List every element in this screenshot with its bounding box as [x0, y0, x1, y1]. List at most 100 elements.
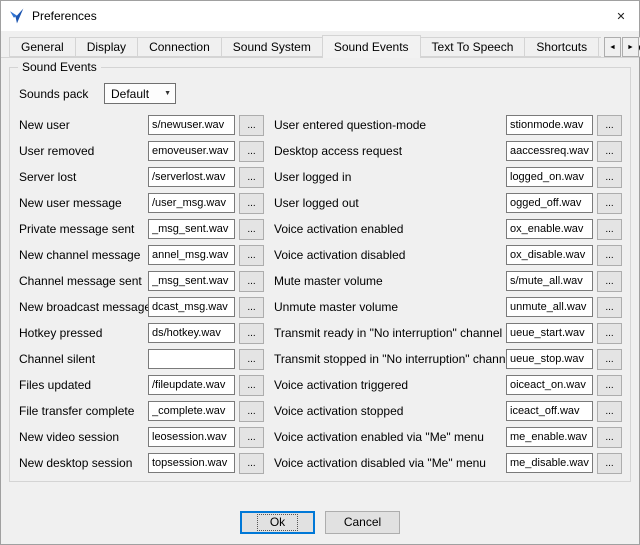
- close-icon[interactable]: ✕: [603, 1, 639, 31]
- browse-button[interactable]: ...: [597, 323, 622, 344]
- sound-event-file-input[interactable]: [506, 141, 593, 161]
- sound-event-label: Transmit ready in "No interruption" chan…: [274, 326, 506, 340]
- tab-scroll-buttons: ◄ ►: [601, 36, 639, 57]
- browse-button[interactable]: ...: [239, 401, 264, 422]
- browse-button[interactable]: ...: [597, 115, 622, 136]
- sound-event-label: Transmit stopped in "No interruption" ch…: [274, 352, 506, 366]
- sound-event-file-input[interactable]: [148, 427, 235, 447]
- chevron-down-icon: ▼: [164, 90, 171, 97]
- browse-button[interactable]: ...: [239, 167, 264, 188]
- browse-button[interactable]: ...: [239, 245, 264, 266]
- sound-event-file-input[interactable]: [148, 167, 235, 187]
- sound-event-row: User logged out...: [274, 190, 622, 216]
- browse-button[interactable]: ...: [597, 297, 622, 318]
- browse-button[interactable]: ...: [239, 297, 264, 318]
- sound-event-file-input[interactable]: [506, 297, 593, 317]
- browse-button[interactable]: ...: [239, 375, 264, 396]
- sound-event-label: Unmute master volume: [274, 300, 506, 314]
- sound-event-file-input[interactable]: [506, 375, 593, 395]
- tab-connection[interactable]: Connection: [137, 37, 222, 57]
- sound-event-file-input[interactable]: [506, 271, 593, 291]
- browse-button[interactable]: ...: [597, 219, 622, 240]
- browse-button[interactable]: ...: [597, 349, 622, 370]
- sound-event-file-input[interactable]: [506, 245, 593, 265]
- sounds-pack-label: Sounds pack: [19, 87, 104, 101]
- tab-text-to-speech[interactable]: Text To Speech: [420, 37, 526, 57]
- browse-button[interactable]: ...: [239, 115, 264, 136]
- sound-event-file-input[interactable]: [148, 375, 235, 395]
- sounds-pack-row: Sounds pack Default ▼: [19, 82, 622, 105]
- sound-event-file-input[interactable]: [148, 401, 235, 421]
- browse-button[interactable]: ...: [597, 453, 622, 474]
- sound-event-file-input[interactable]: [148, 245, 235, 265]
- sound-event-file-input[interactable]: [506, 349, 593, 369]
- browse-button[interactable]: ...: [239, 141, 264, 162]
- cancel-button[interactable]: Cancel: [325, 511, 400, 534]
- sound-event-file-input[interactable]: [506, 401, 593, 421]
- ok-button-label: Ok: [257, 514, 298, 531]
- tab-sound-system[interactable]: Sound System: [221, 37, 323, 57]
- browse-button[interactable]: ...: [597, 141, 622, 162]
- browse-button[interactable]: ...: [239, 349, 264, 370]
- sound-event-row: File transfer complete...: [19, 398, 264, 424]
- sound-event-row: User removed...: [19, 138, 264, 164]
- tab-display[interactable]: Display: [75, 37, 138, 57]
- browse-button[interactable]: ...: [239, 453, 264, 474]
- sound-event-row: New video session...: [19, 424, 264, 450]
- sound-event-row: Channel silent...: [19, 346, 264, 372]
- sound-event-file-input[interactable]: [148, 323, 235, 343]
- browse-button[interactable]: ...: [597, 193, 622, 214]
- sound-event-label: Voice activation stopped: [274, 404, 506, 418]
- tab-scroll-left-button[interactable]: ◄: [604, 37, 621, 57]
- tab-shortcuts[interactable]: Shortcuts: [524, 37, 599, 57]
- sound-event-label: Voice activation triggered: [274, 378, 506, 392]
- sound-event-file-input[interactable]: [506, 167, 593, 187]
- sound-event-file-input[interactable]: [148, 271, 235, 291]
- sound-event-label: Mute master volume: [274, 274, 506, 288]
- browse-button[interactable]: ...: [597, 245, 622, 266]
- browse-button[interactable]: ...: [239, 323, 264, 344]
- sound-event-row: Channel message sent...: [19, 268, 264, 294]
- sound-event-file-input[interactable]: [506, 453, 593, 473]
- sound-event-file-input[interactable]: [148, 297, 235, 317]
- sound-event-file-input[interactable]: [506, 193, 593, 213]
- sound-event-row: Server lost...: [19, 164, 264, 190]
- tab-strip: GeneralDisplayConnectionSound SystemSoun…: [1, 31, 639, 57]
- sound-event-file-input[interactable]: [506, 323, 593, 343]
- tab-sound-events[interactable]: Sound Events: [322, 35, 421, 58]
- window-title: Preferences: [32, 9, 97, 23]
- sound-event-file-input[interactable]: [148, 193, 235, 213]
- browse-button[interactable]: ...: [239, 193, 264, 214]
- sound-event-row: New broadcast message...: [19, 294, 264, 320]
- browse-button[interactable]: ...: [597, 401, 622, 422]
- sound-event-label: User logged in: [274, 170, 506, 184]
- browse-button[interactable]: ...: [597, 375, 622, 396]
- sound-event-label: New desktop session: [19, 456, 148, 470]
- sound-event-row: Transmit stopped in "No interruption" ch…: [274, 346, 622, 372]
- sound-event-file-input[interactable]: [506, 427, 593, 447]
- browse-button[interactable]: ...: [239, 427, 264, 448]
- tab-general[interactable]: General: [9, 37, 76, 57]
- sound-events-right-column: User entered question-mode...Desktop acc…: [274, 112, 622, 476]
- sound-event-file-input[interactable]: [148, 115, 235, 135]
- browse-button[interactable]: ...: [597, 167, 622, 188]
- sounds-pack-select[interactable]: Default ▼: [104, 83, 176, 104]
- sound-event-file-input[interactable]: [506, 219, 593, 239]
- sound-event-label: File transfer complete: [19, 404, 148, 418]
- sound-event-row: New user message...: [19, 190, 264, 216]
- sound-event-file-input[interactable]: [148, 219, 235, 239]
- browse-button[interactable]: ...: [239, 271, 264, 292]
- browse-button[interactable]: ...: [597, 271, 622, 292]
- sound-event-file-input[interactable]: [148, 141, 235, 161]
- sound-events-columns: New user...User removed...Server lost...…: [19, 112, 622, 476]
- sound-event-label: New channel message: [19, 248, 148, 262]
- browse-button[interactable]: ...: [239, 219, 264, 240]
- sound-event-file-input[interactable]: [148, 453, 235, 473]
- sound-event-file-input[interactable]: [506, 115, 593, 135]
- sound-event-file-input[interactable]: [148, 349, 235, 369]
- browse-button[interactable]: ...: [597, 427, 622, 448]
- dialog-footer: Ok Cancel: [1, 500, 639, 544]
- tab-scroll-right-button[interactable]: ►: [622, 37, 639, 57]
- ok-button[interactable]: Ok: [240, 511, 315, 534]
- sound-event-label: Voice activation disabled: [274, 248, 506, 262]
